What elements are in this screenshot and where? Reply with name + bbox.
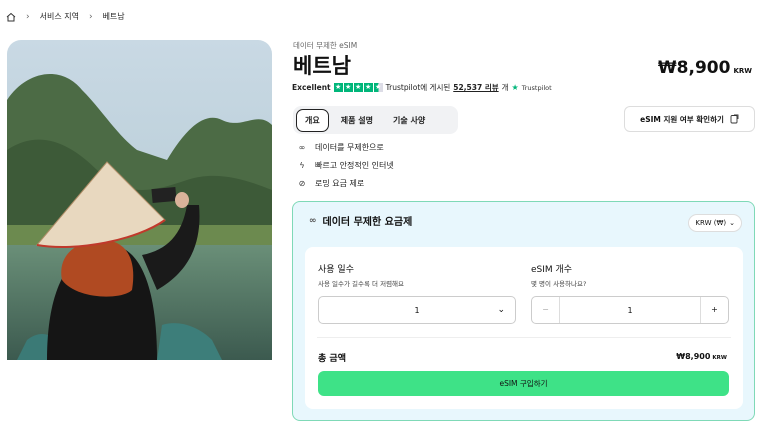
- total-amount: ₩8,900: [676, 352, 711, 361]
- price-value: ₩8,900: [657, 58, 731, 78]
- days-value: 1: [414, 305, 420, 315]
- rating-stars: ★ ★ ★ ★ ★: [333, 83, 383, 92]
- home-icon[interactable]: [6, 12, 16, 22]
- breadcrumb-item-current: 베트남: [102, 12, 125, 21]
- bolt-icon: ϟ: [299, 161, 305, 170]
- star-icon: ★: [343, 83, 353, 92]
- days-select[interactable]: 1 ⌄: [318, 296, 516, 324]
- rating-label: Excellent: [292, 83, 331, 92]
- chevron-down-icon: ⌄: [729, 219, 735, 227]
- star-icon: ★: [333, 83, 343, 92]
- chevron-right-icon: ›: [26, 11, 30, 22]
- esim-count-value[interactable]: 1: [560, 306, 700, 315]
- currency-select[interactable]: KRW (₩) ⌄: [688, 214, 742, 232]
- feature-item: ∞ 데이터를 무제한으로: [297, 142, 394, 153]
- tab-overview[interactable]: 개요: [296, 108, 329, 132]
- trustpilot-brand: Trustpilot: [521, 83, 552, 92]
- reviews-link[interactable]: 52,537 리뷰: [453, 82, 498, 93]
- price-currency: KRW: [733, 67, 752, 75]
- breadcrumb: › 서비스 지역 › 베트남: [6, 11, 125, 22]
- star-icon: ★: [363, 83, 373, 92]
- trustpilot-star-icon: ★: [511, 83, 519, 92]
- total-value: ₩8,900 KRW: [676, 352, 727, 361]
- buy-esim-label: eSIM 구입하기: [499, 379, 548, 388]
- increment-button[interactable]: +: [700, 297, 728, 323]
- chevron-right-icon: ›: [88, 11, 93, 22]
- product-price: ₩8,900 KRW: [658, 58, 752, 78]
- check-esim-label: eSIM 지원 여부 확인하기: [640, 114, 724, 124]
- divider: [317, 337, 731, 338]
- feature-item: ϟ 빠르고 안정적인 인터넷: [297, 160, 394, 171]
- total-label: 총 금액: [318, 354, 346, 364]
- product-title: 베트남: [293, 54, 351, 78]
- esim-count-hint: 몇 명이 사용하나요?: [531, 280, 587, 288]
- breadcrumb-item-regions[interactable]: 서비스 지역: [40, 11, 79, 22]
- infinity-icon: ∞: [298, 143, 306, 152]
- plan-options-panel: 사용 일수 사용 일수가 길수록 더 저렴해요 1 ⌄ eSIM 개수 몇 명이…: [305, 247, 743, 409]
- feature-list: ∞ 데이터를 무제한으로 ϟ 빠르고 안정적인 인터넷 ⊘ 로밍 요금 제로: [297, 142, 394, 189]
- star-icon: ★: [353, 83, 363, 92]
- external-check-icon: [730, 114, 739, 124]
- hero-image: [7, 40, 272, 360]
- plan-card: ∞ 데이터 무제한 요금제 KRW (₩) ⌄ 사용 일수 사용 일수가 길수록…: [292, 201, 755, 421]
- feature-label: 빠르고 안정적인 인터넷: [315, 161, 394, 170]
- buy-esim-button[interactable]: eSIM 구입하기: [318, 371, 729, 396]
- days-hint: 사용 일수가 길수록 더 저렴해요: [318, 280, 405, 288]
- esim-count-stepper: − 1 +: [531, 296, 729, 324]
- feature-label: 데이터를 무제한으로: [315, 143, 384, 152]
- feature-label: 로밍 요금 제로: [315, 179, 365, 188]
- days-label: 사용 일수: [318, 265, 354, 275]
- esim-count-label: eSIM 개수: [531, 265, 573, 275]
- tab-bar: 개요 제품 설명 기술 사양: [293, 106, 458, 134]
- check-esim-button[interactable]: eSIM 지원 여부 확인하기: [624, 106, 755, 132]
- trustpilot-rating: Excellent ★ ★ ★ ★ ★ Trustpilot에 게시된 52,5…: [292, 82, 552, 93]
- rating-text-after: 개: [501, 83, 509, 92]
- rating-text-before: Trustpilot에 게시된: [385, 83, 451, 92]
- decrement-button[interactable]: −: [532, 297, 560, 323]
- currency-select-value: KRW (₩): [695, 219, 727, 227]
- infinity-icon: ∞: [309, 215, 317, 226]
- no-roaming-icon: ⊘: [298, 179, 306, 188]
- star-half-icon: ★: [373, 83, 383, 92]
- plan-title: ∞ 데이터 무제한 요금제: [309, 213, 413, 229]
- tab-description[interactable]: 제품 설명: [333, 110, 381, 131]
- tab-specs[interactable]: 기술 사양: [385, 110, 433, 131]
- total-currency: KRW: [712, 355, 727, 361]
- chevron-down-icon: ⌄: [497, 305, 505, 315]
- feature-item: ⊘ 로밍 요금 제로: [297, 178, 394, 189]
- plan-title-text: 데이터 무제한 요금제: [322, 217, 413, 228]
